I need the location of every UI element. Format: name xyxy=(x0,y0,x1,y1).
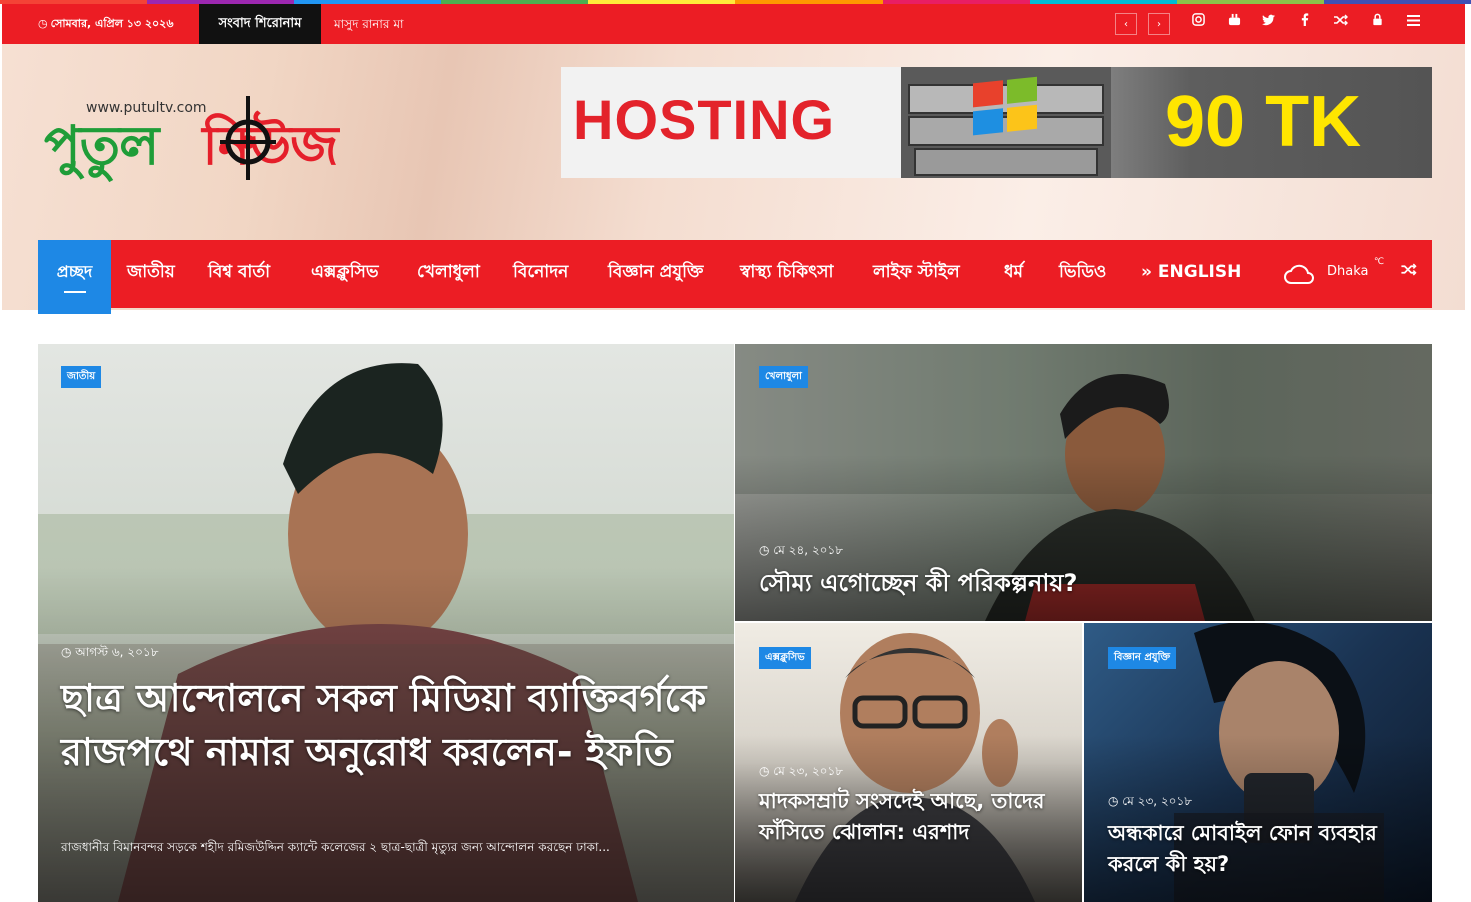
featured-post[interactable]: খেলাধুলা ◷ মে ২৪, ২০১৮ সৌম্য এগোচ্ছেন কী… xyxy=(735,344,1432,621)
post-title[interactable]: ছাত্র আন্দোলনে সকল মিডিয়া ব্যাক্তিবর্গক… xyxy=(61,671,711,779)
chevron-left-icon: ‹ xyxy=(1124,19,1128,30)
post-title[interactable]: অন্ধকারে মোবাইল ফোন ব্যবহার করলে কী হয়? xyxy=(1108,818,1418,880)
post-date-text: মে ২৩, ২০১৮ xyxy=(1122,794,1193,808)
post-date: ◷ মে ২৩, ২০১৮ xyxy=(1108,793,1192,813)
featured-post-main[interactable]: জাতীয় ◷ আগস্ট ৬, ২০১৮ ছাত্র আন্দোলনে সক… xyxy=(38,344,734,902)
post-title[interactable]: সৌম্য এগোচ্ছেন কী পরিকল্পনায়? xyxy=(759,566,1379,600)
clock-icon: ◷ xyxy=(61,645,76,659)
nav-item-home[interactable]: প্রচ্ছদ xyxy=(38,240,111,304)
banner-hosting-text: HOSTING xyxy=(573,88,836,151)
facebook-icon[interactable] xyxy=(1294,12,1316,34)
nav-item-video[interactable]: ভিডিও xyxy=(1059,240,1106,308)
active-indicator xyxy=(64,291,86,293)
random-article-button[interactable] xyxy=(1401,262,1417,280)
breaking-news-ticker[interactable]: মাসুদ রানার মা xyxy=(334,4,403,44)
featured-post[interactable]: এক্সক্লুসিভ ◷ মে ২৩, ২০১৮ মাদকসম্রাট সংস… xyxy=(735,623,1082,902)
category-badge[interactable]: খেলাধুলা xyxy=(759,366,808,388)
nav-item-national[interactable]: জাতীয় xyxy=(127,240,175,308)
youtube-icon[interactable] xyxy=(1223,12,1245,34)
post-date-text: মে ২৩, ২০১৮ xyxy=(773,764,844,778)
category-badge[interactable]: জাতীয় xyxy=(61,366,102,388)
post-date-text: মে ২৪, ২০১৮ xyxy=(773,543,844,557)
cloud-icon xyxy=(1284,264,1314,284)
crosshair-logo-icon xyxy=(220,96,276,180)
ticker-prev-button[interactable]: ‹ xyxy=(1115,13,1137,35)
category-badge[interactable]: এক্সক্লুসিভ xyxy=(759,647,811,669)
site-logo[interactable]: পুতুল নিউজ xyxy=(44,104,338,194)
weather-unit: ℃ xyxy=(1374,257,1385,267)
server-windows-icon xyxy=(901,67,1111,178)
clock-icon: ◷ xyxy=(1108,794,1123,808)
hosting-banner-ad[interactable]: HOSTING 90 TK xyxy=(561,67,1432,178)
lock-icon[interactable] xyxy=(1366,12,1388,34)
clock-icon: ◷ xyxy=(759,543,774,557)
post-date: ◷ আগস্ট ৬, ২০১৮ xyxy=(61,644,158,664)
nav-item-world[interactable]: বিশ্ব বার্তা xyxy=(208,240,270,308)
nav-item-religion[interactable]: ধর্ম xyxy=(1004,240,1023,308)
nav-item-exclusive[interactable]: এক্সক্লুসিভ xyxy=(311,240,379,308)
post-excerpt: রাজধানীর বিমানবন্দর সড়কে শহীদ রমিজউদ্দি… xyxy=(61,840,610,854)
nav-item-lifestyle[interactable]: লাইফ স্টাইল xyxy=(873,240,960,308)
date-text: সোমবার, এপ্রিল ১৩ ২০২৬ xyxy=(50,17,174,30)
clock-icon: ◷ xyxy=(38,17,48,30)
nav-item-science-tech[interactable]: বিজ্ঞান প্রযুক্তি xyxy=(608,240,703,308)
instagram-icon[interactable] xyxy=(1187,12,1209,34)
logo-text-part1: পুতুল xyxy=(44,114,159,177)
nav-item-english[interactable]: » ENGLISH xyxy=(1141,240,1241,308)
chevron-right-icon: › xyxy=(1157,19,1161,30)
twitter-icon[interactable] xyxy=(1258,12,1280,34)
random-icon[interactable] xyxy=(1330,12,1352,34)
banner-price-text: 90 TK xyxy=(1165,82,1362,162)
nav-item-sports[interactable]: খেলাধুলা xyxy=(417,240,480,308)
breaking-news-label: সংবাদ শিরোনাম xyxy=(199,4,321,44)
ticker-next-button[interactable]: › xyxy=(1148,13,1170,35)
post-title[interactable]: মাদকসম্রাট সংসদেই আছে, তাদের ফাঁসিতে ঝোল… xyxy=(759,786,1069,848)
featured-post[interactable]: বিজ্ঞান প্রযুক্তি ◷ মে ২৩, ২০১৮ অন্ধকারে… xyxy=(1084,623,1432,902)
weather-city: Dhaka xyxy=(1327,264,1369,279)
post-date: ◷ মে ২৪, ২০১৮ xyxy=(759,542,843,562)
category-badge[interactable]: বিজ্ঞান প্রযুক্তি xyxy=(1108,647,1177,669)
post-date-text: আগস্ট ৬, ২০১৮ xyxy=(75,645,159,659)
current-date: ◷ সোমবার, এপ্রিল ১৩ ২০২৬ xyxy=(38,4,174,44)
menu-icon[interactable] xyxy=(1402,12,1424,34)
post-date: ◷ মে ২৩, ২০১৮ xyxy=(759,763,843,783)
nav-item-health[interactable]: স্বাস্থ্য চিকিৎসা xyxy=(740,240,833,308)
random-icon xyxy=(1401,263,1417,276)
clock-icon: ◷ xyxy=(759,764,774,778)
nav-item-entertainment[interactable]: বিনোদন xyxy=(513,240,568,308)
